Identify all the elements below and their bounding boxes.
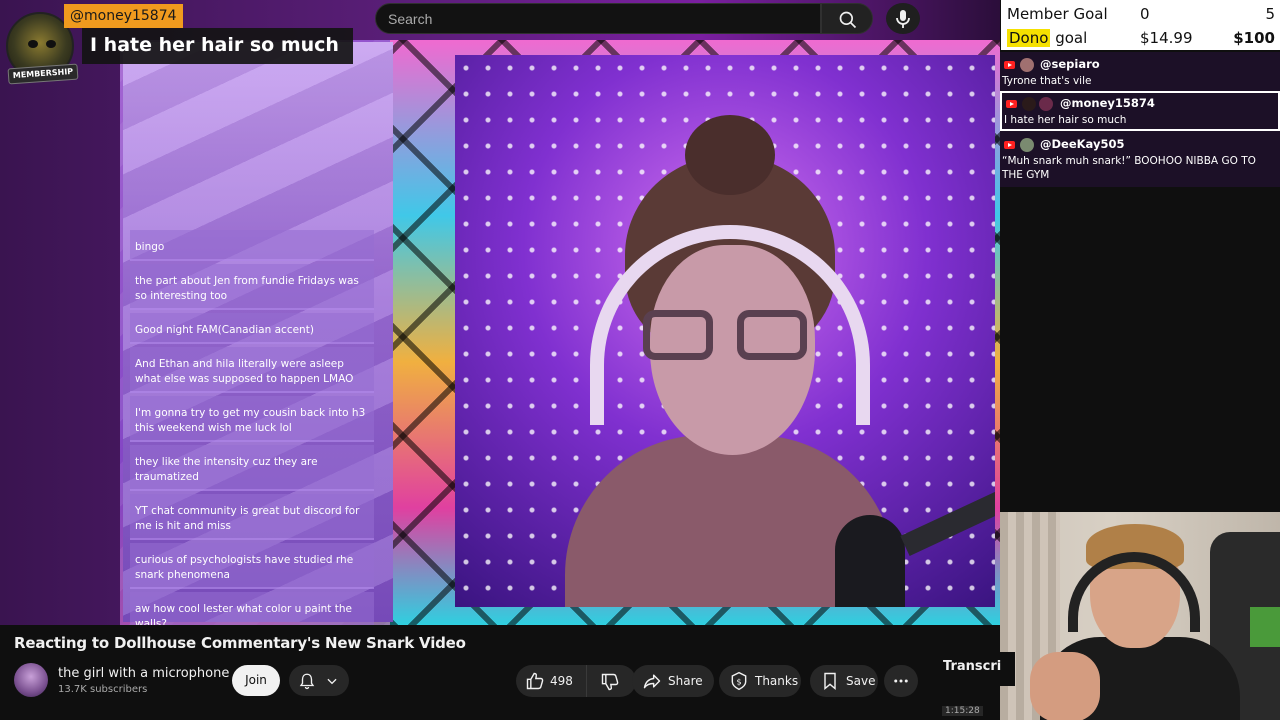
svg-text:$: $ bbox=[736, 676, 741, 686]
dislike-button[interactable] bbox=[588, 665, 636, 697]
embedded-chat-message: ​I'm gonna try to get my cousin back int… bbox=[130, 396, 374, 442]
channel-name[interactable]: the girl with a microphone bbox=[58, 666, 229, 681]
embedded-chat-text: the part about Jen from fundie Fridays w… bbox=[135, 275, 359, 302]
dono-goal-target: $100 bbox=[1233, 29, 1275, 47]
youtube-icon bbox=[1006, 100, 1017, 108]
membership-username: @money15874 bbox=[64, 4, 183, 28]
more-actions-button[interactable] bbox=[884, 665, 918, 697]
video-title: Reacting to Dollhouse Commentary's New S… bbox=[14, 634, 466, 652]
thanks-label: Thanks bbox=[755, 674, 799, 688]
member-goal-current: 0 bbox=[1140, 5, 1150, 23]
dono-goal-label: goal bbox=[1050, 29, 1088, 47]
avatar bbox=[1020, 58, 1034, 72]
share-button[interactable]: Share bbox=[632, 665, 714, 697]
member-badge-icon bbox=[1039, 97, 1053, 111]
stream-chat-message-highlighted: @money15874 I hate her hair so much bbox=[1000, 91, 1280, 131]
member-goal-label: Member Goal bbox=[1007, 5, 1108, 23]
thumbs-down-icon bbox=[601, 673, 619, 691]
avatar bbox=[1022, 97, 1036, 111]
streamer-figure bbox=[565, 115, 995, 607]
dono-goal-label-highlight: Dono bbox=[1007, 29, 1051, 47]
embedded-chat-text: bingo bbox=[135, 241, 165, 253]
embedded-chat-text: YT chat community is great but discord f… bbox=[135, 505, 360, 532]
search-button[interactable] bbox=[821, 3, 873, 34]
embedded-chat-text: I'm gonna try to get my cousin back into… bbox=[135, 407, 366, 434]
dono-goal: Dono goal $14.99 $100 bbox=[1007, 26, 1275, 50]
transcript-timestamp[interactable]: 1:15:28 bbox=[942, 706, 1002, 720]
save-label: Save bbox=[846, 674, 876, 688]
thanks-button[interactable]: $ Thanks bbox=[719, 665, 801, 697]
like-count: 498 bbox=[550, 674, 573, 688]
bell-icon bbox=[299, 673, 315, 690]
embedded-chat-message: ​the part about Jen from fundie Fridays … bbox=[130, 264, 374, 310]
more-horizontal-icon bbox=[894, 679, 908, 683]
transcript-panel-header[interactable]: Transcri bbox=[935, 652, 1015, 686]
stream-chat-message: @sepiaro Tyrone that's vile bbox=[1000, 54, 1280, 90]
stream-chat-username: @money15874 bbox=[1060, 96, 1155, 110]
streamer-video bbox=[455, 55, 995, 607]
video-player[interactable]: ​bingo ​the part about Jen from fundie F… bbox=[0, 0, 1000, 625]
embedded-chat-text: curious of psychologists have studied rh… bbox=[135, 554, 354, 581]
share-label: Share bbox=[668, 674, 703, 688]
embedded-chat-text: aw how cool lester what color u paint th… bbox=[135, 603, 352, 625]
embedded-chat: ​bingo ​the part about Jen from fundie F… bbox=[130, 230, 374, 625]
member-goal: Member Goal 0 5 bbox=[1007, 2, 1275, 26]
subscriber-count: 13.7K subscribers bbox=[58, 684, 148, 695]
notification-button[interactable] bbox=[289, 665, 349, 696]
save-button[interactable]: Save bbox=[810, 665, 878, 697]
embedded-chat-message: ​And Ethan and hila literally were aslee… bbox=[130, 347, 374, 393]
bookmark-icon bbox=[824, 672, 836, 691]
embedded-chat-message: ​curious of psychologists have studied r… bbox=[130, 543, 374, 589]
like-dislike-group: 498 bbox=[516, 665, 636, 697]
stream-chat-message: @DeeKay505 “Muh snark muh snark!” BOOHOO… bbox=[1000, 134, 1280, 184]
stream-chat-overlay: @sepiaro Tyrone that's vile @money15874 … bbox=[1000, 52, 1280, 187]
like-button[interactable]: 498 bbox=[516, 665, 587, 697]
embedded-chat-message: ​they like the intensity cuz they are tr… bbox=[130, 445, 374, 491]
search-input[interactable] bbox=[388, 4, 808, 33]
embedded-chat-text: they like the intensity cuz they are tra… bbox=[135, 456, 318, 483]
membership-badge: MEMBERSHIP bbox=[7, 63, 79, 85]
stream-chat-text: I hate her hair so much bbox=[1004, 114, 1127, 126]
screen-root: ​bingo ​the part about Jen from fundie F… bbox=[0, 0, 1280, 720]
reactor-webcam bbox=[1000, 512, 1280, 720]
embedded-chat-message: ​YT chat community is great but discord … bbox=[130, 494, 374, 540]
embedded-chat-message: ​aw how cool lester what color u paint t… bbox=[130, 592, 374, 625]
share-icon bbox=[643, 674, 661, 689]
join-button[interactable]: Join bbox=[232, 665, 280, 696]
thanks-icon: $ bbox=[731, 671, 747, 691]
avatar bbox=[1020, 138, 1034, 152]
search-box bbox=[375, 3, 821, 34]
stream-chat-text: “Muh snark muh snark!” BOOHOO NIBBA GO T… bbox=[1002, 155, 1256, 181]
microphone-icon bbox=[896, 10, 910, 28]
stream-chat-text: Tyrone that's vile bbox=[1002, 75, 1092, 87]
dono-goal-current: $14.99 bbox=[1140, 29, 1193, 47]
member-goal-target: 5 bbox=[1265, 5, 1275, 23]
stream-chat-username: @DeeKay505 bbox=[1040, 137, 1125, 151]
embedded-chat-text: Good night FAM(Canadian accent) bbox=[135, 324, 314, 336]
youtube-icon bbox=[1004, 61, 1015, 69]
embedded-chat-message: ​Good night FAM(Canadian accent) bbox=[130, 313, 374, 344]
chevron-down-icon bbox=[327, 678, 337, 685]
timestamp-badge: 1:15:28 bbox=[942, 706, 983, 716]
channel-avatar[interactable] bbox=[14, 663, 48, 697]
embedded-chat-text: And Ethan and hila literally were asleep… bbox=[135, 358, 354, 385]
search-icon bbox=[839, 11, 857, 29]
embedded-chat-message: ​bingo bbox=[130, 230, 374, 261]
membership-message: I hate her hair so much bbox=[82, 28, 353, 64]
thumbs-up-icon bbox=[526, 672, 544, 690]
youtube-icon bbox=[1004, 141, 1015, 149]
stream-chat-username: @sepiaro bbox=[1040, 57, 1100, 71]
voice-search-button[interactable] bbox=[886, 3, 920, 34]
stream-goals: Member Goal 0 5 Dono goal $14.99 $100 bbox=[1001, 0, 1280, 50]
